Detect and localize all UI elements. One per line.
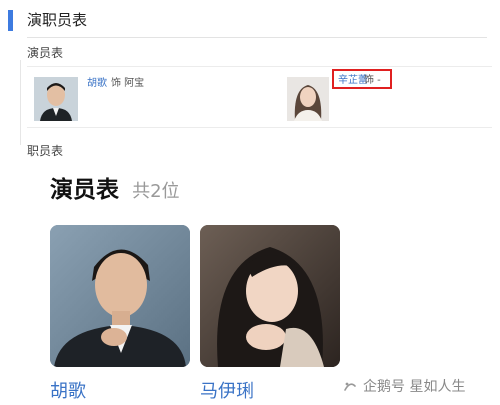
title-divider <box>27 37 487 38</box>
cast-crew-section: 演职员表 演员表 胡歌 饰 阿宝 辛芷蕾 饰 - 职员表 <box>0 0 500 165</box>
role-text: 饰 - <box>364 75 381 86</box>
actor-card-name[interactable]: 胡歌 <box>50 377 86 403</box>
cast-count: 共2位 <box>132 181 180 202</box>
penguin-logo-icon <box>344 382 356 391</box>
section-accent-bar <box>8 10 13 31</box>
crew-subtitle: 职员表 <box>27 144 64 158</box>
actor-card-name[interactable]: 马伊琍 <box>200 377 254 403</box>
section-title: 演职员表 <box>27 11 88 29</box>
role-text: 饰 阿宝 <box>111 78 145 89</box>
actor-card-photo[interactable] <box>50 225 190 367</box>
cast-panel-header: 演员表 共2位 <box>50 170 180 204</box>
section-vertical-line <box>20 60 21 145</box>
actor-thumbnail[interactable] <box>287 77 329 121</box>
cast-panel-title: 演员表 <box>50 177 119 203</box>
actor-card-photo[interactable] <box>200 225 340 367</box>
cast-list: 胡歌 饰 阿宝 辛芷蕾 饰 - <box>27 66 492 128</box>
actor-thumbnail[interactable] <box>34 77 78 121</box>
actor-link[interactable]: 胡歌 <box>87 78 107 90</box>
watermark: 企鹅号 星如人生 <box>343 376 465 396</box>
watermark-text: 企鹅号 星如人生 <box>363 379 466 395</box>
cast-subtitle: 演员表 <box>27 46 64 60</box>
